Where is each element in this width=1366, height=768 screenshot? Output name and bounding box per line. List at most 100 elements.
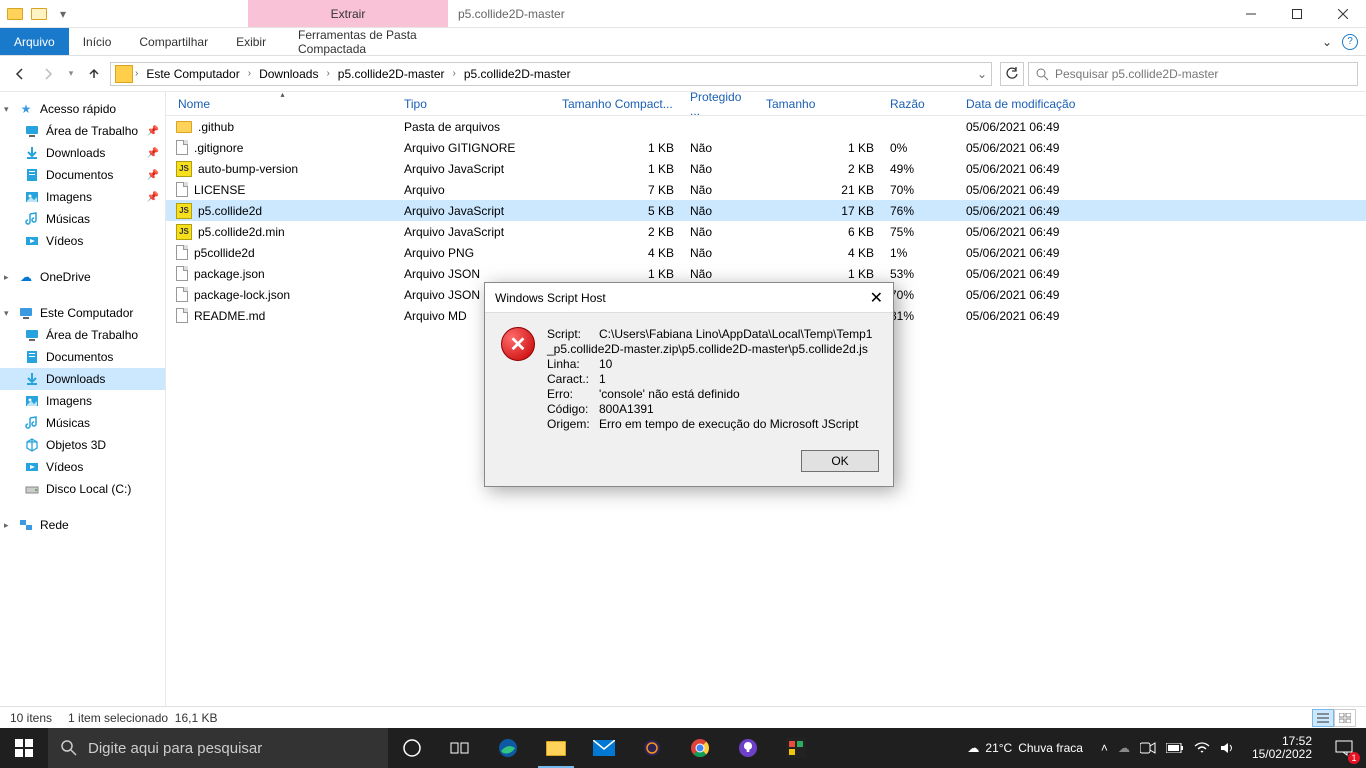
sidebar-item[interactable]: Downloads	[0, 368, 165, 390]
pin-icon: 📌	[147, 148, 159, 159]
tab-share[interactable]: Compartilhar	[125, 28, 222, 55]
sidebar-item[interactable]: Imagens	[0, 390, 165, 412]
tab-compressed-tools[interactable]: Ferramentas de Pasta Compactada	[284, 28, 456, 56]
explorer-icon[interactable]	[532, 728, 580, 768]
sidebar-item[interactable]: Imagens📌	[0, 186, 165, 208]
file-row[interactable]: p5collide2dArquivo PNG4 KBNão4 KB1%05/06…	[166, 242, 1366, 263]
task-view-icon[interactable]	[436, 728, 484, 768]
sidebar-item[interactable]: Documentos📌	[0, 164, 165, 186]
start-button[interactable]	[0, 728, 48, 768]
up-button[interactable]	[82, 62, 106, 86]
notifications-button[interactable]: 1	[1322, 740, 1366, 756]
videos-icon	[24, 233, 40, 249]
app-icon[interactable]	[772, 728, 820, 768]
chevron-right-icon[interactable]: ›	[453, 68, 456, 79]
file-row[interactable]: JSauto-bump-versionArquivo JavaScript1 K…	[166, 158, 1366, 179]
breadcrumb-item[interactable]: p5.collide2D-master	[458, 63, 577, 85]
back-button[interactable]	[8, 62, 32, 86]
sidebar-quick-access[interactable]: ▾ ★ Acesso rápido	[0, 98, 165, 120]
help-icon[interactable]: ?	[1342, 34, 1358, 50]
sidebar-item[interactable]: Vídeos	[0, 230, 165, 252]
column-date[interactable]: Data de modificação	[958, 92, 1366, 115]
sidebar-item[interactable]: Músicas	[0, 412, 165, 434]
edge-icon[interactable]	[484, 728, 532, 768]
chevron-right-icon[interactable]: ›	[248, 68, 251, 79]
file-type: Arquivo JavaScript	[396, 204, 554, 218]
column-type[interactable]: Tipo	[396, 92, 554, 115]
sidebar-item-label: Disco Local (C:)	[46, 482, 131, 496]
close-icon[interactable]: ✕	[870, 288, 883, 308]
github-icon[interactable]	[724, 728, 772, 768]
chevron-right-icon[interactable]: ›	[326, 68, 329, 79]
address-dropdown[interactable]: ⌄	[977, 67, 987, 81]
sidebar-item[interactable]: Área de Trabalho	[0, 324, 165, 346]
tray-overflow-icon[interactable]: ˄	[1101, 741, 1108, 755]
column-compressed-size[interactable]: Tamanho Compact...	[554, 92, 682, 115]
qat-overflow[interactable]: ▾	[52, 3, 74, 25]
chevron-right-icon[interactable]: ▸	[4, 520, 9, 531]
tab-file[interactable]: Arquivo	[0, 28, 69, 55]
column-name[interactable]: ▴Nome	[166, 92, 396, 115]
ratio: 1%	[882, 246, 958, 260]
eclipse-icon[interactable]	[628, 728, 676, 768]
ribbon-expand-icon[interactable]: ⌄	[1322, 35, 1332, 49]
refresh-button[interactable]	[1000, 62, 1024, 86]
ok-button[interactable]: OK	[801, 450, 879, 472]
recent-dropdown[interactable]: ▾	[64, 62, 78, 86]
sidebar-network[interactable]: ▸ Rede	[0, 514, 165, 536]
column-size[interactable]: Tamanho	[758, 92, 882, 115]
wifi-icon[interactable]	[1194, 742, 1210, 754]
forward-button[interactable]	[36, 62, 60, 86]
sidebar-item[interactable]: Objetos 3D	[0, 434, 165, 456]
chrome-icon[interactable]	[676, 728, 724, 768]
chevron-right-icon[interactable]: ›	[135, 68, 138, 79]
chevron-right-icon[interactable]: ▸	[4, 272, 9, 283]
minimize-button[interactable]	[1228, 0, 1274, 27]
icons-view-button[interactable]	[1334, 709, 1356, 727]
breadcrumb-item[interactable]: Este Computador	[140, 63, 245, 85]
dialog-title-bar[interactable]: Windows Script Host ✕	[485, 283, 893, 313]
file-row[interactable]: .githubPasta de arquivos05/06/2021 06:49	[166, 116, 1366, 137]
sidebar-item[interactable]: Vídeos	[0, 456, 165, 478]
sidebar-onedrive[interactable]: ▸ ☁ OneDrive	[0, 266, 165, 288]
file-row[interactable]: JSp5.collide2dArquivo JavaScript5 KBNão1…	[166, 200, 1366, 221]
search-box[interactable]: Pesquisar p5.collide2D-master	[1028, 62, 1358, 86]
clock[interactable]: 17:52 15/02/2022	[1242, 735, 1322, 761]
file-row[interactable]: .gitignoreArquivo GITIGNORE1 KBNão1 KB0%…	[166, 137, 1366, 158]
column-protected[interactable]: Protegido ...	[682, 92, 758, 115]
sidebar-this-pc[interactable]: ▾ Este Computador	[0, 302, 165, 324]
downloads-icon	[24, 145, 40, 161]
sidebar-item[interactable]: Disco Local (C:)	[0, 478, 165, 500]
file-icon	[176, 140, 188, 155]
cortana-icon[interactable]	[388, 728, 436, 768]
sidebar-item[interactable]: Área de Trabalho📌	[0, 120, 165, 142]
file-name: .gitignore	[194, 141, 243, 155]
file-row[interactable]: LICENSEArquivo7 KBNão21 KB70%05/06/2021 …	[166, 179, 1366, 200]
meet-now-icon[interactable]	[1140, 742, 1156, 754]
volume-icon[interactable]	[1220, 741, 1234, 755]
tab-home[interactable]: Início	[69, 28, 126, 55]
taskbar-search[interactable]: Digite aqui para pesquisar	[48, 728, 388, 768]
system-tray[interactable]: ˄ ☁	[1093, 741, 1242, 755]
sidebar-item[interactable]: Downloads📌	[0, 142, 165, 164]
details-view-button[interactable]	[1312, 709, 1334, 727]
file-row[interactable]: JSp5.collide2d.minArquivo JavaScript2 KB…	[166, 221, 1366, 242]
close-button[interactable]	[1320, 0, 1366, 27]
battery-icon[interactable]	[1166, 743, 1184, 753]
contextual-tab-header: Extrair	[248, 0, 448, 27]
onedrive-tray-icon[interactable]: ☁	[1118, 741, 1130, 755]
maximize-button[interactable]	[1274, 0, 1320, 27]
file-row[interactable]: package.jsonArquivo JSON1 KBNão1 KB53%05…	[166, 263, 1366, 284]
mail-icon[interactable]	[580, 728, 628, 768]
sidebar-item[interactable]: Documentos	[0, 346, 165, 368]
chevron-down-icon[interactable]: ▾	[4, 104, 9, 115]
address-bar[interactable]: › Este Computador › Downloads › p5.colli…	[110, 62, 992, 86]
column-ratio[interactable]: Razão	[882, 92, 958, 115]
breadcrumb-item[interactable]: p5.collide2D-master	[332, 63, 451, 85]
breadcrumb-item[interactable]: Downloads	[253, 63, 324, 85]
file-size: 2 KB	[758, 162, 882, 176]
sidebar-item[interactable]: Músicas	[0, 208, 165, 230]
qat-item[interactable]	[28, 3, 50, 25]
weather-widget[interactable]: ☁ 21°C Chuva fraca	[957, 741, 1093, 755]
chevron-down-icon[interactable]: ▾	[4, 308, 9, 319]
